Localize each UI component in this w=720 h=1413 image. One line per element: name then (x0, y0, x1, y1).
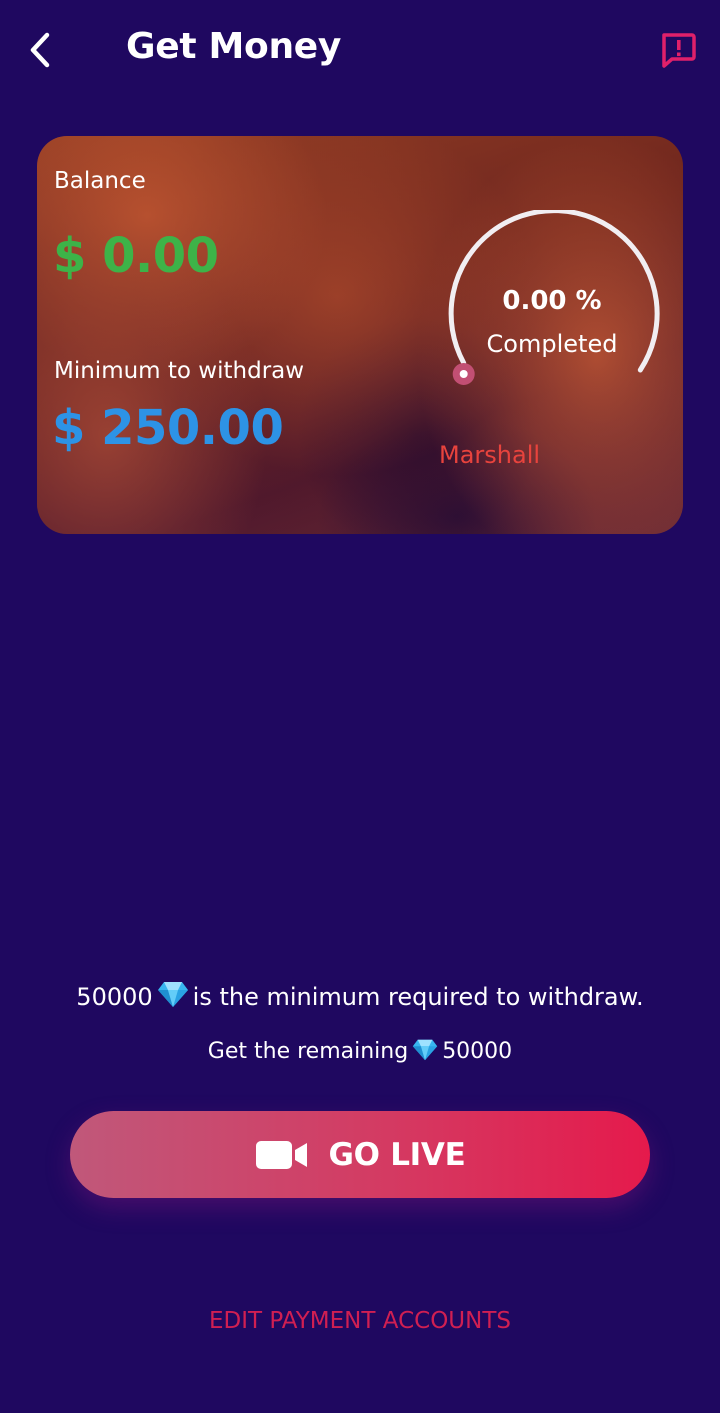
video-camera-icon (255, 1140, 307, 1169)
balance-label: Balance (54, 168, 146, 194)
balance-card: Balance $ 0.00 Minimum to withdraw $ 250… (37, 136, 683, 534)
go-live-content: GO LIVE (255, 1137, 466, 1173)
edit-payment-accounts-link[interactable]: EDIT PAYMENT ACCOUNTS (0, 1308, 720, 1334)
diamond-icon (157, 980, 189, 1014)
progress-caption: Completed (486, 330, 618, 358)
remaining-text: Get the remaining (207, 1039, 409, 1064)
minimum-withdraw-label: Minimum to withdraw (54, 358, 305, 384)
report-flag-icon (662, 33, 696, 68)
minimum-withdraw-value: $ 250.00 (52, 400, 284, 456)
app-header: Get Money (0, 0, 720, 100)
go-live-label: GO LIVE (328, 1136, 466, 1173)
minimum-requirement-note: 50000 is the minimum required to withdra… (0, 980, 720, 1014)
back-button[interactable] (16, 24, 64, 76)
diamond-icon (412, 1038, 438, 1067)
balance-value: $ 0.00 (53, 228, 219, 284)
progress-knob-center (459, 370, 468, 378)
remaining-note: Get the remaining 50000 (0, 1038, 720, 1067)
report-button[interactable] (654, 28, 702, 72)
minimum-gem-amount: 50000 (76, 983, 153, 1011)
minimum-requirement-text: is the minimum required to withdraw. (192, 983, 644, 1011)
remaining-gem-amount: 50000 (442, 1039, 513, 1064)
go-live-button[interactable]: GO LIVE (70, 1111, 650, 1198)
username: Marshall (439, 441, 541, 469)
chevron-left-icon (30, 32, 50, 68)
page-title: Get Money (126, 26, 342, 67)
progress-percent: 0.00 % (502, 286, 602, 316)
